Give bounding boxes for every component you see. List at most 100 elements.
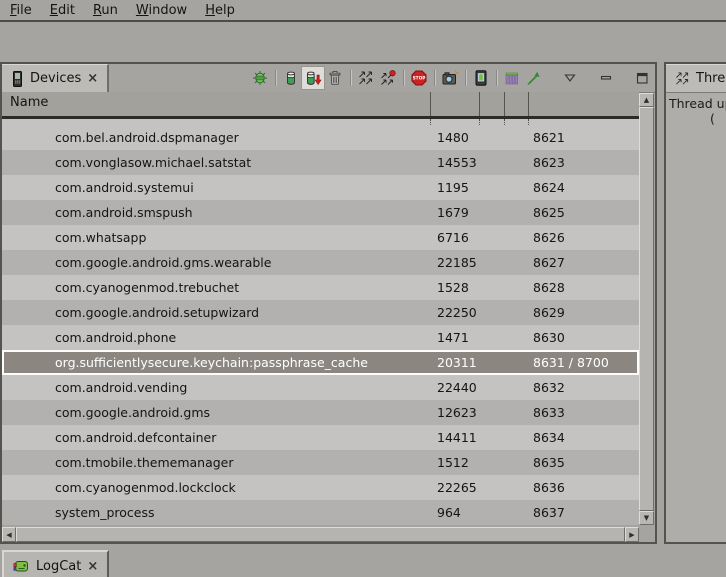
menu-item-edit[interactable]: Edit: [41, 3, 84, 18]
threads-message: Thread up (: [669, 96, 726, 126]
process-port: 8623: [533, 150, 565, 175]
process-pid: 1195: [437, 175, 469, 200]
scroll-right-icon[interactable]: ▶: [625, 527, 639, 542]
process-pid: 20311: [437, 350, 477, 375]
toolbar-separator: [434, 70, 435, 86]
process-port: 8627: [533, 250, 565, 275]
devices-tab-bar: Devices ×: [2, 64, 655, 93]
menu-bar: File Edit Run Window Help: [0, 0, 726, 22]
toolbar-separator: [275, 70, 276, 86]
process-pid: 22185: [437, 250, 477, 275]
table-row[interactable]: com.android.smspush 1679 8625: [2, 200, 639, 225]
close-icon[interactable]: ×: [87, 559, 98, 574]
svg-text:STOP: STOP: [413, 76, 426, 82]
table-row[interactable]: com.android.defcontainer 14411 8634: [2, 425, 639, 450]
table-row[interactable]: com.google.android.gms.wearable 22185 86…: [2, 250, 639, 275]
screen-capture-icon[interactable]: [439, 67, 461, 89]
emulator-control-icon[interactable]: [470, 67, 492, 89]
menu-item-help[interactable]: Help: [196, 3, 244, 18]
maximize-icon[interactable]: [631, 67, 653, 89]
process-table-body: com.bel.android.dspmanager 1480 8621 com…: [2, 119, 639, 525]
menu-item-run[interactable]: Run: [84, 3, 127, 18]
threads-tab-bar: Threads: [666, 64, 726, 93]
process-pid: 6716: [437, 225, 469, 250]
update-threads-icon[interactable]: [355, 67, 377, 89]
horizontal-scrollbar-thumb[interactable]: [16, 527, 625, 542]
opengl-trace-icon[interactable]: [523, 67, 545, 89]
process-port: 8629: [533, 300, 565, 325]
tab-logcat[interactable]: LogCat ×: [2, 550, 109, 577]
process-pid: 14411: [437, 425, 477, 450]
debug-icon[interactable]: [249, 67, 271, 89]
process-port: 8637: [533, 500, 565, 525]
menu-item-file[interactable]: File: [1, 3, 41, 18]
process-name: com.google.android.gms: [55, 400, 210, 425]
process-name: com.vonglasow.michael.satstat: [55, 150, 251, 175]
scroll-up-icon[interactable]: ▲: [639, 93, 654, 107]
process-pid: 22440: [437, 375, 477, 400]
table-row[interactable]: com.android.vending 22440 8632: [2, 375, 639, 400]
ddms-window: File Edit Run Window Help Devices ×: [0, 0, 726, 577]
table-row[interactable]: system_process 964 8637: [2, 500, 639, 525]
cause-gc-icon[interactable]: [324, 67, 346, 89]
process-name: com.bel.android.dspmanager: [55, 125, 239, 150]
table-row[interactable]: com.google.android.gms 12623 8633: [2, 400, 639, 425]
devices-view: Devices ×: [0, 62, 657, 544]
tab-threads-label: Threads: [696, 71, 726, 86]
process-port: 8633: [533, 400, 565, 425]
process-name: com.google.android.setupwizard: [55, 300, 259, 325]
process-pid: 1471: [437, 325, 469, 350]
update-heap-icon[interactable]: [280, 67, 302, 89]
view-menu-icon[interactable]: [559, 67, 581, 89]
process-pid: 22250: [437, 300, 477, 325]
process-name: com.whatsapp: [55, 225, 146, 250]
tab-threads[interactable]: Threads: [666, 64, 726, 92]
table-row[interactable]: com.whatsapp 6716 8626: [2, 225, 639, 250]
process-pid: 22265: [437, 475, 477, 500]
table-row[interactable]: com.cyanogenmod.trebuchet 1528 8628: [2, 275, 639, 300]
table-row[interactable]: org.sufficientlysecure.keychain:passphra…: [2, 350, 639, 375]
process-port: 8632: [533, 375, 565, 400]
process-name: com.android.smspush: [55, 200, 193, 225]
process-pid: 1512: [437, 450, 469, 475]
process-port: 8636: [533, 475, 565, 500]
process-name: com.android.vending: [55, 375, 187, 400]
menu-item-window[interactable]: Window: [127, 3, 196, 18]
logcat-strip: LogCat ×: [0, 544, 726, 577]
table-row[interactable]: com.vonglasow.michael.satstat 14553 8623: [2, 150, 639, 175]
process-name: system_process: [55, 500, 154, 525]
close-icon[interactable]: ×: [87, 71, 98, 86]
process-name: com.google.android.gms.wearable: [55, 250, 271, 275]
minimize-icon[interactable]: [595, 67, 617, 89]
toolbar-separator: [350, 70, 351, 86]
horizontal-scrollbar[interactable]: ◀ ▶: [2, 527, 639, 542]
process-name: com.android.phone: [55, 325, 176, 350]
table-row[interactable]: com.google.android.setupwizard 22250 862…: [2, 300, 639, 325]
process-pid: 1528: [437, 275, 469, 300]
table-row[interactable]: com.tmobile.thememanager 1512 8635: [2, 450, 639, 475]
table-header[interactable]: Name: [2, 92, 639, 119]
phone-icon: [11, 71, 24, 87]
tab-devices[interactable]: Devices ×: [2, 64, 109, 92]
process-name: com.android.systemui: [55, 175, 194, 200]
dump-hprof-icon[interactable]: [302, 67, 324, 89]
vertical-scrollbar-thumb[interactable]: [639, 107, 654, 511]
table-row[interactable]: com.bel.android.dspmanager 1480 8621: [2, 125, 639, 150]
process-name: com.tmobile.thememanager: [55, 450, 234, 475]
scroll-down-icon[interactable]: ▼: [639, 511, 654, 525]
stop-process-icon[interactable]: STOP: [408, 67, 430, 89]
start-method-profiling-icon[interactable]: [377, 67, 399, 89]
process-port: 8635: [533, 450, 565, 475]
process-name: com.cyanogenmod.lockclock: [55, 475, 236, 500]
process-pid: 14553: [437, 150, 477, 175]
systrace-icon[interactable]: [501, 67, 523, 89]
devices-toolbar: STOP: [249, 66, 653, 90]
process-port: 8630: [533, 325, 565, 350]
table-row[interactable]: com.cyanogenmod.lockclock 22265 8636: [2, 475, 639, 500]
table-row[interactable]: com.android.phone 1471 8630: [2, 325, 639, 350]
column-header-name[interactable]: Name: [10, 95, 48, 110]
vertical-scrollbar[interactable]: ▲ ▼: [639, 93, 654, 525]
scroll-left-icon[interactable]: ◀: [2, 527, 16, 542]
tab-devices-label: Devices: [30, 71, 81, 86]
table-row[interactable]: com.android.systemui 1195 8624: [2, 175, 639, 200]
